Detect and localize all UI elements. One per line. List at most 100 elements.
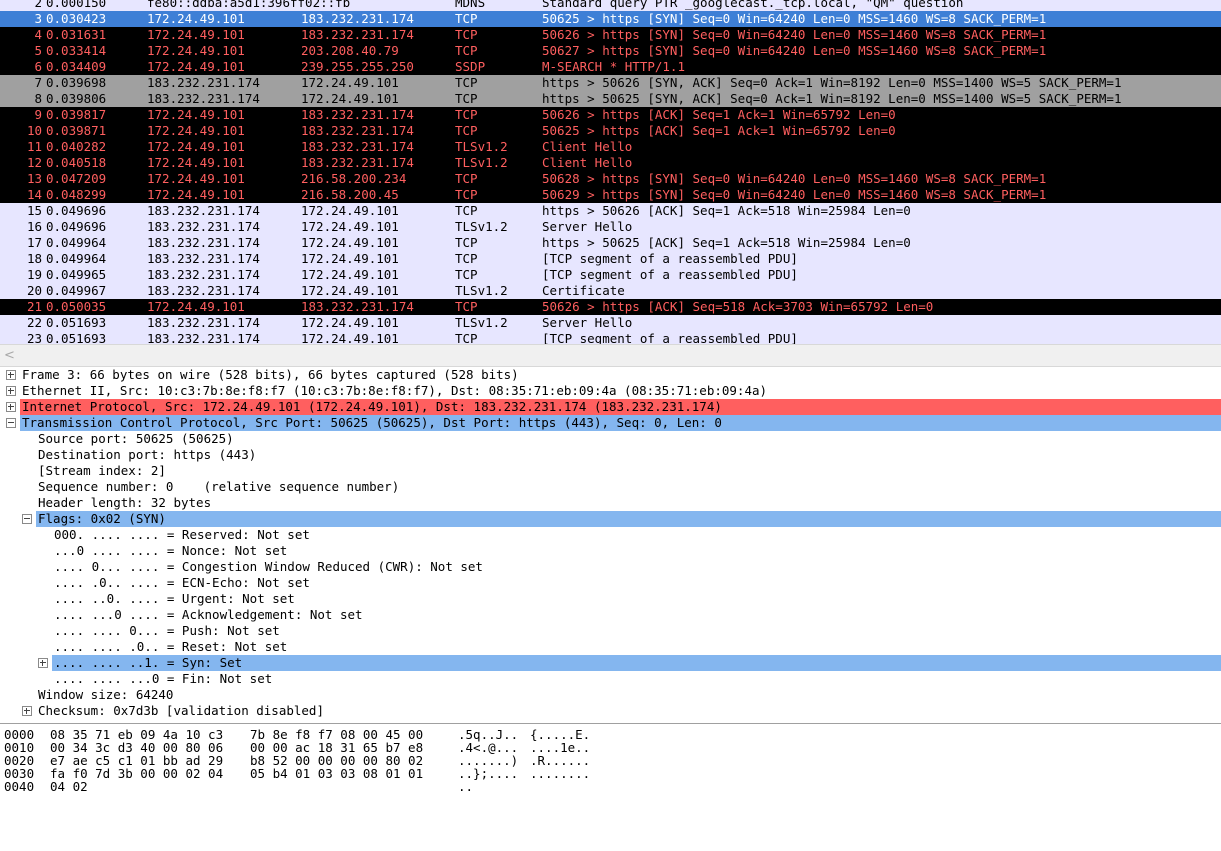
hex-bytes1: 04 02 [50, 779, 88, 794]
packet-row[interactable]: 22 0.051693 183.232.231.174 172.24.49.101 TL… [0, 315, 1221, 331]
detail-row[interactable]: Transmission Control Protocol, Src Port:… [0, 415, 1221, 431]
detail-row[interactable]: Source port: 50625 (50625) [0, 431, 1221, 447]
packet-src-cell: 183.232.231.174 [147, 75, 260, 90]
packet-src-cell: 172.24.49.101 [147, 139, 245, 154]
packet-row[interactable]: 11 0.040282 172.24.49.101 183.232.231.174 TL… [0, 139, 1221, 155]
packet-src-cell: 172.24.49.101 [147, 11, 245, 26]
expand-plus-icon[interactable] [6, 386, 16, 396]
packet-row[interactable]: 13 0.047209 172.24.49.101 216.58.200.234 TCP… [0, 171, 1221, 187]
scroll-left-arrow-icon[interactable]: < [4, 348, 15, 363]
packet-info-cell: 50625 > https [SYN] Seq=0 Win=64240 Len=… [542, 11, 1047, 26]
packet-row[interactable]: 15 0.049696 183.232.231.174 172.24.49.101 TC… [0, 203, 1221, 219]
detail-row[interactable]: Destination port: https (443) [0, 447, 1221, 463]
detail-row[interactable]: .... 0... .... = Congestion Window Reduc… [0, 559, 1221, 575]
packet-row[interactable]: 7 0.039698 183.232.231.174 172.24.49.101 TCP… [0, 75, 1221, 91]
packet-src-cell: 183.232.231.174 [147, 315, 260, 330]
detail-row[interactable]: Internet Protocol, Src: 172.24.49.101 (1… [0, 399, 1221, 415]
packet-row[interactable]: 5 0.033414 172.24.49.101 203.208.40.79 TCP 50… [0, 43, 1221, 59]
packet-row[interactable]: 9 0.039817 172.24.49.101 183.232.231.174 TCP… [0, 107, 1221, 123]
hex-ascii1: .. [458, 779, 474, 794]
packet-info-cell: 50626 > https [ACK] Seq=1 Ack=1 Win=6579… [542, 107, 896, 122]
packet-time-cell: 0.049964 [46, 251, 107, 266]
detail-row[interactable]: Sequence number: 0 (relative sequence nu… [0, 479, 1221, 495]
hex-row[interactable]: 0040 04 02.. [0, 779, 1221, 795]
detail-row[interactable]: Ethernet II, Src: 10:c3:7b:8e:f8:f7 (10:… [0, 383, 1221, 399]
packet-info-cell: Client Hello [542, 155, 633, 170]
packet-row[interactable]: 17 0.049964 183.232.231.174 172.24.49.101 TC… [0, 235, 1221, 251]
packet-dst-cell: 183.232.231.174 [301, 107, 414, 122]
packet-row[interactable]: 23 0.051693 183.232.231.174 172.24.49.101 TC… [0, 331, 1221, 344]
packet-proto-cell: TCP [455, 91, 478, 106]
detail-row[interactable]: .... ..0. .... = Urgent: Not set [0, 591, 1221, 607]
packet-row[interactable]: 20 0.049967 183.232.231.174 172.24.49.101 TL… [0, 283, 1221, 299]
detail-row[interactable]: [Stream index: 2] [0, 463, 1221, 479]
packet-src-cell: 172.24.49.101 [147, 155, 245, 170]
packet-time-cell: 0.050035 [46, 299, 107, 314]
packet-no-cell: 10 [26, 123, 42, 138]
collapse-minus-icon[interactable] [6, 418, 16, 428]
packet-bytes-pane[interactable]: 0000 08 35 71 eb 09 4a 10 c3 7b 8e f8 f7 0… [0, 727, 1221, 851]
packet-time-cell: 0.000150 [46, 0, 107, 10]
detail-row[interactable]: ...0 .... .... = Nonce: Not set [0, 543, 1221, 559]
detail-row[interactable]: Flags: 0x02 (SYN) [0, 511, 1221, 527]
packet-time-cell: 0.039806 [46, 91, 107, 106]
detail-row[interactable]: Header length: 32 bytes [0, 495, 1221, 511]
detail-text: Window size: 64240 [38, 687, 174, 702]
expand-plus-icon[interactable] [6, 402, 16, 412]
packet-no-cell: 6 [34, 59, 42, 74]
detail-row[interactable]: Window size: 64240 [0, 687, 1221, 703]
packet-info-cell: M-SEARCH * HTTP/1.1 [542, 59, 685, 74]
packet-no-cell: 9 [34, 107, 42, 122]
packet-info-cell: [TCP segment of a reassembled PDU] [542, 331, 798, 344]
packet-row[interactable]: 10 0.039871 172.24.49.101 183.232.231.174 TC… [0, 123, 1221, 139]
expand-plus-icon[interactable] [6, 370, 16, 380]
packet-dst-cell: 203.208.40.79 [301, 43, 399, 58]
detail-row[interactable]: .... .0.. .... = ECN-Echo: Not set [0, 575, 1221, 591]
detail-row[interactable]: Frame 3: 66 bytes on wire (528 bits), 66… [0, 367, 1221, 383]
packet-no-cell: 12 [26, 155, 42, 170]
packet-dst-cell: 172.24.49.101 [301, 283, 399, 298]
packet-proto-cell: TCP [455, 331, 478, 344]
packet-details-tree[interactable]: Frame 3: 66 bytes on wire (528 bits), 66… [0, 367, 1221, 724]
packet-src-cell: 183.232.231.174 [147, 331, 260, 344]
packet-row[interactable]: 12 0.040518 172.24.49.101 183.232.231.174 TL… [0, 155, 1221, 171]
packet-row[interactable]: 21 0.050035 172.24.49.101 183.232.231.174 TC… [0, 299, 1221, 315]
packet-src-cell: 183.232.231.174 [147, 235, 260, 250]
horizontal-scrollbar[interactable]: < [0, 344, 1221, 367]
packet-row[interactable]: 14 0.048299 172.24.49.101 216.58.200.45 TCP 5… [0, 187, 1221, 203]
detail-row[interactable]: Checksum: 0x7d3b [validation disabled] [0, 703, 1221, 719]
detail-row[interactable]: .... .... ...0 = Fin: Not set [0, 671, 1221, 687]
packet-src-cell: 172.24.49.101 [147, 299, 245, 314]
packet-proto-cell: TCP [455, 187, 478, 202]
detail-row[interactable]: .... ...0 .... = Acknowledgement: Not se… [0, 607, 1221, 623]
packet-row[interactable]: 3 0.030423 172.24.49.101 183.232.231.174 TCP… [0, 11, 1221, 27]
expand-plus-icon[interactable] [38, 658, 48, 668]
detail-row[interactable]: .... .... ..1. = Syn: Set [0, 655, 1221, 671]
packet-row[interactable]: 16 0.049696 183.232.231.174 172.24.49.101 TL… [0, 219, 1221, 235]
packet-row[interactable]: 2 0.000150 fe80::ddba:a5d1:396ff02::fb MDNS… [0, 0, 1221, 11]
packet-dst-cell: 172.24.49.101 [301, 235, 399, 250]
packet-proto-cell: TCP [455, 11, 478, 26]
packet-row[interactable]: 6 0.034409 172.24.49.101 239.255.255.250 SSD… [0, 59, 1221, 75]
packet-row[interactable]: 4 0.031631 172.24.49.101 183.232.231.174 TCP… [0, 27, 1221, 43]
packet-time-cell: 0.040282 [46, 139, 107, 154]
packet-row[interactable]: 19 0.049965 183.232.231.174 172.24.49.101 TC… [0, 267, 1221, 283]
packet-proto-cell: TCP [455, 251, 478, 266]
detail-text: ...0 .... .... = Nonce: Not set [54, 543, 288, 558]
packet-time-cell: 0.031631 [46, 27, 107, 42]
detail-row[interactable]: .... .... .0.. = Reset: Not set [0, 639, 1221, 655]
detail-row[interactable]: .... .... 0... = Push: Not set [0, 623, 1221, 639]
packet-dst-cell: 172.24.49.101 [301, 75, 399, 90]
packet-row[interactable]: 18 0.049964 183.232.231.174 172.24.49.101 TC… [0, 251, 1221, 267]
packet-no-cell: 20 [26, 283, 42, 298]
collapse-minus-icon[interactable] [22, 514, 32, 524]
expand-plus-icon[interactable] [22, 706, 32, 716]
detail-text: Internet Protocol, Src: 172.24.49.101 (1… [22, 399, 722, 414]
packet-proto-cell: TLSv1.2 [455, 283, 508, 298]
packet-dst-cell: 172.24.49.101 [301, 331, 399, 344]
packet-no-cell: 16 [26, 219, 42, 234]
packet-no-cell: 19 [26, 267, 42, 282]
detail-row[interactable]: 000. .... .... = Reserved: Not set [0, 527, 1221, 543]
packet-row[interactable]: 8 0.039806 183.232.231.174 172.24.49.101 TCP… [0, 91, 1221, 107]
packet-list[interactable]: 2 0.000150 fe80::ddba:a5d1:396ff02::fb MDNS… [0, 0, 1221, 344]
